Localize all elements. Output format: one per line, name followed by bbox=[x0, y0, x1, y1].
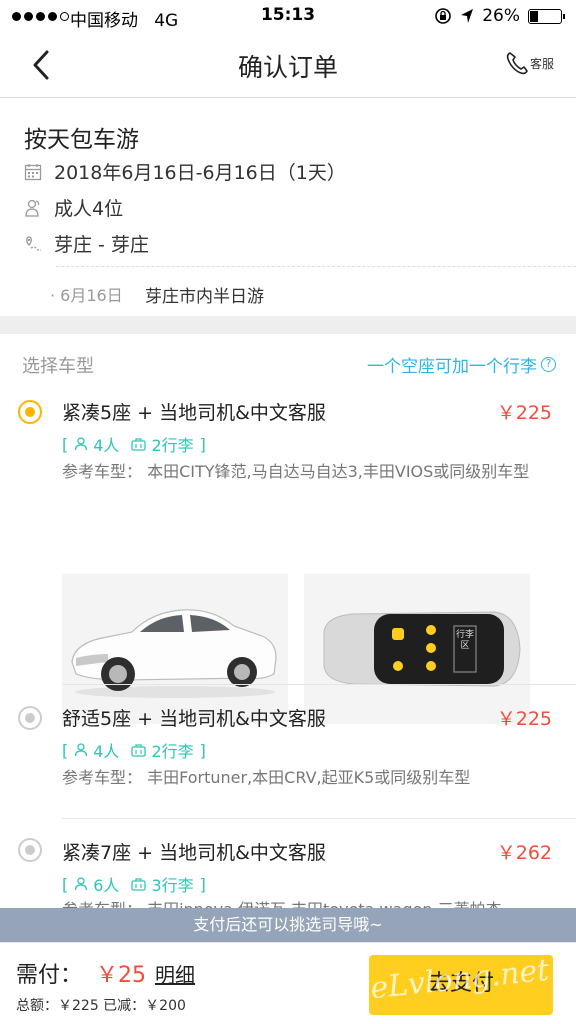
person-icon bbox=[75, 743, 88, 757]
amount-due: 需付： ￥25 bbox=[16, 957, 146, 989]
capacity-tags: [ 6人 3行李 ] bbox=[62, 872, 206, 896]
battery-fill bbox=[530, 10, 539, 22]
guide-selection-tip: 支付后还可以挑选司导哦~ bbox=[0, 908, 576, 942]
trip-date-row: 2018年6月16日-6月16日（1天） bbox=[24, 158, 346, 185]
luggage-hint-text: 一个空座可加一个行李 bbox=[367, 357, 537, 377]
divider bbox=[62, 818, 576, 819]
vehicle-price: ￥225 bbox=[496, 402, 552, 424]
radio-unselected[interactable] bbox=[18, 706, 42, 730]
itinerary-item: · 6月16日 芽庄市内半日游 bbox=[50, 282, 264, 307]
location-arrow-icon bbox=[461, 9, 474, 23]
people-count: 6人 bbox=[93, 876, 120, 895]
vehicle-selector: 选择车型 一个空座可加一个行李 ? 紧凑5座 + 当地司机&中文客服 ￥225 … bbox=[0, 334, 576, 908]
customer-service-label: 客服 bbox=[529, 56, 554, 71]
vehicle-option[interactable]: 紧凑7座 + 当地司机&中文客服 ￥262 [ 6人 3行李 ] 参考车型： 丰… bbox=[0, 832, 576, 908]
luggage-hint-link[interactable]: 一个空座可加一个行李 ? bbox=[367, 352, 556, 377]
luggage-count: 2行李 bbox=[151, 436, 194, 455]
amount-due-label: 需付： bbox=[16, 963, 83, 988]
people-count: 4人 bbox=[93, 436, 120, 455]
trip-route-row: 芽庄 - 芽庄 bbox=[24, 230, 149, 257]
itinerary-plan: 芽庄市内半日游 bbox=[145, 287, 264, 307]
vehicle-name: 舒适5座 + 当地司机&中文客服 bbox=[62, 708, 326, 730]
people-icon bbox=[25, 199, 40, 217]
trip-name: 按天包车游 bbox=[24, 127, 139, 153]
radio-unselected[interactable] bbox=[18, 838, 42, 862]
trip-route: 芽庄 - 芽庄 bbox=[54, 234, 149, 256]
section-title: 选择车型 bbox=[22, 356, 94, 377]
vehicle-option[interactable]: 舒适5座 + 当地司机&中文客服 ￥225 [ 4人 2行李 ] 参考车型： 丰… bbox=[0, 696, 576, 826]
trip-summary: 按天包车游 2018年6月16日-6月16日（1天） 成人4位 芽庄 - 芽庄 … bbox=[0, 98, 576, 316]
customer-service-button[interactable]: 客服 bbox=[505, 50, 554, 76]
trunk-area-label: 行李区 bbox=[455, 630, 474, 651]
divider bbox=[62, 684, 576, 685]
luggage-icon bbox=[131, 438, 147, 451]
calendar-icon bbox=[24, 163, 42, 180]
vehicle-price: ￥225 bbox=[496, 708, 552, 730]
vehicle-price: ￥262 bbox=[496, 842, 552, 864]
person-icon bbox=[75, 437, 88, 451]
rotation-lock-icon bbox=[435, 8, 452, 24]
payment-bar: 需付： ￥25 明细 总额：￥225 已减：￥200 去支付 bbox=[0, 942, 576, 1024]
vehicle-name: 紧凑5座 + 当地司机&中文客服 bbox=[62, 402, 326, 424]
battery-icon bbox=[528, 8, 565, 24]
capacity-tags: [ 4人 2行李 ] bbox=[62, 738, 206, 762]
pay-button[interactable]: 去支付 bbox=[369, 955, 553, 1015]
phone-icon bbox=[506, 52, 528, 75]
vehicle-option[interactable]: 紧凑5座 + 当地司机&中文客服 ￥225 [ 4人 2行李 ] 参考车型： 本… bbox=[0, 390, 576, 724]
people-count: 4人 bbox=[93, 742, 120, 761]
luggage-count: 2行李 bbox=[151, 742, 194, 761]
status-right: 26% bbox=[434, 6, 565, 26]
nav-bar: 确认订单 客服 bbox=[0, 34, 576, 98]
battery-percent: 26% bbox=[482, 6, 520, 26]
capacity-tags: [ 4人 2行李 ] bbox=[62, 432, 206, 456]
price-detail-link[interactable]: 明细 bbox=[155, 959, 195, 988]
trip-passengers-row: 成人4位 bbox=[24, 194, 123, 221]
radio-selected[interactable] bbox=[18, 400, 42, 424]
question-icon: ? bbox=[541, 357, 556, 372]
luggage-count: 3行李 bbox=[151, 876, 194, 895]
luggage-icon bbox=[131, 744, 147, 757]
vehicle-name: 紧凑7座 + 当地司机&中文客服 bbox=[62, 842, 326, 864]
itinerary-date: · 6月16日 bbox=[50, 286, 123, 305]
luggage-icon bbox=[131, 878, 147, 891]
divider bbox=[56, 266, 576, 267]
route-pin-icon bbox=[26, 235, 42, 251]
section-gap bbox=[0, 316, 576, 334]
status-bar: 中国移动 4G 15:13 26% bbox=[0, 0, 576, 34]
page-title: 确认订单 bbox=[237, 53, 338, 82]
reference-models: 参考车型： 丰田Fortuner,本田CRV,起亚K5或同级别车型 bbox=[62, 768, 471, 787]
trip-date: 2018年6月16日-6月16日（1天） bbox=[54, 162, 346, 184]
price-summary: 总额：￥225 已减：￥200 bbox=[16, 998, 186, 1014]
amount-due-value: ￥25 bbox=[96, 963, 147, 988]
reference-models: 参考车型： 本田CITY锋范,马自达马自达3,丰田VIOS或同级别车型 bbox=[62, 462, 530, 481]
trip-passengers: 成人4位 bbox=[54, 198, 124, 220]
reference-models: 参考车型： 丰田innova,伊诺瓦,丰田toyota wagon,三菱帕杰 bbox=[62, 898, 557, 908]
person-icon bbox=[75, 877, 88, 891]
